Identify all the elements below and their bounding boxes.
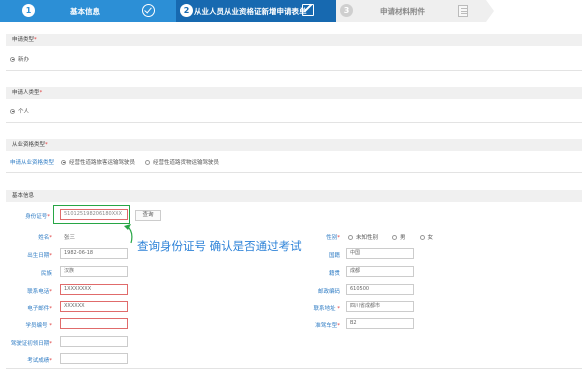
application-form-page: 1 基本信息 2 从业人员从业资格证新增申请表单 3 申请材料附件 申请类型* … — [0, 0, 588, 372]
annotation-text: 查询身份证号 确认是否通过考试 — [137, 239, 302, 253]
annotation-arrow — [124, 224, 133, 244]
